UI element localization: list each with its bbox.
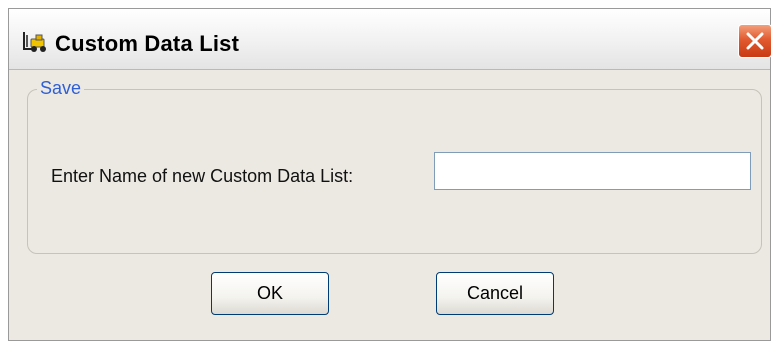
window-title: Custom Data List — [55, 31, 240, 56]
name-field-label: Enter Name of new Custom Data List: — [51, 166, 354, 186]
groupbox-legend: Save — [37, 78, 85, 99]
custom-data-list-name-input[interactable] — [434, 152, 751, 190]
close-icon — [746, 32, 764, 50]
ok-button[interactable]: OK — [211, 272, 329, 315]
title-bar[interactable]: Custom Data List — [9, 9, 771, 70]
close-button[interactable] — [738, 24, 771, 58]
forklift-icon — [21, 31, 51, 53]
cancel-button[interactable]: Cancel — [436, 272, 554, 315]
dialog-window: Custom Data List Save Enter Name of new … — [8, 8, 771, 341]
